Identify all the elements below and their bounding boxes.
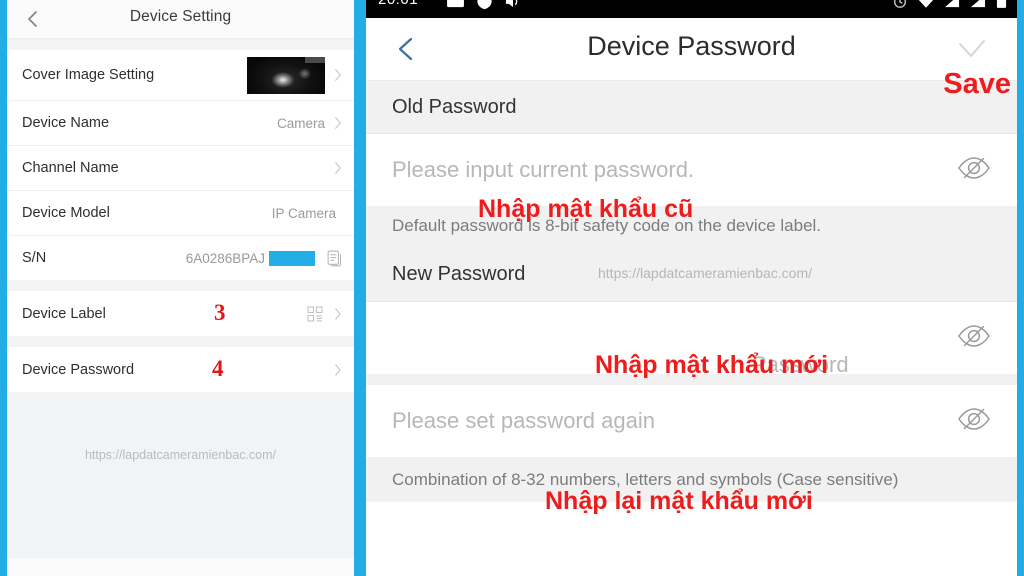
list-item-label: S/N [22,250,47,266]
chevron-right-icon [333,161,342,175]
serial-number-redaction [269,250,315,266]
chevron-right-icon [333,307,342,321]
empty-area: https://lapdatcameramienbac.com/ [7,392,354,576]
chevron-right-icon [333,363,342,377]
section-header-label: New Password [392,263,526,286]
shield-icon [476,0,493,15]
annotation-confirm-password: Nhập lại mật khẩu mới [545,487,813,515]
serial-number-value: 6A0286BPAJ [185,250,265,266]
status-bar-left-icons [446,0,521,15]
bottom-strip [7,558,354,576]
list-item-channel-name[interactable]: Channel Name [7,145,354,190]
settings-list-group-3: Device Password 4 [7,347,354,392]
list-item-device-label[interactable]: Device Label 3 [7,291,354,336]
android-status-bar: 20:01 [366,0,1017,18]
old-password-placeholder: Please input current password. [392,157,695,182]
battery-icon [996,0,1007,14]
list-item-value: IP Camera [271,205,336,221]
screenshot-root: Device Setting Cover Image Setting Devic… [0,0,1024,576]
save-annotation: Save [943,68,1011,100]
eye-slash-icon[interactable] [957,155,991,185]
group-separator [7,280,354,291]
eye-slash-icon[interactable] [957,406,991,436]
copy-icon[interactable] [327,250,342,267]
list-item-label: Device Label [22,305,106,322]
volume-icon [504,0,521,14]
step-marker-3: 3 [214,300,226,325]
page-title: Device Setting [129,8,232,25]
qr-code-icon[interactable] [307,305,323,322]
list-item-device-model: Device Model IP Camera [7,190,354,235]
list-item-device-name[interactable]: Device Name Camera [7,100,354,145]
watermark-url: https://lapdatcameramienbac.com/ [598,264,812,281]
step-marker-4: 4 [212,356,224,381]
settings-list-group-2: Device Label 3 [7,291,354,336]
list-item-cover-image-setting[interactable]: Cover Image Setting [7,50,354,100]
checkmark-icon[interactable] [955,38,989,62]
list-item-label: Device Name [22,115,110,131]
group-separator [7,336,354,347]
message-icon [446,0,465,14]
device-setting-header: Device Setting [7,0,354,39]
top-spacer [7,39,354,50]
camera-thumbnail [247,56,325,94]
eye-slash-icon[interactable] [957,323,991,353]
annotation-old-password: Nhập mật khẩu cũ [478,195,694,223]
status-bar-clock: 20:01 [378,0,418,8]
confirm-password-placeholder: Please set password again [392,407,655,433]
watermark-url: https://lapdatcameramienbac.com/ [84,448,277,462]
list-item-label: Device Model [22,205,110,221]
signal-icon [944,0,961,14]
list-item-label: Cover Image Setting [22,67,155,83]
device-setting-panel: Device Setting Cover Image Setting Devic… [0,0,360,576]
list-item-label: Device Password [22,361,135,378]
list-item-value: Camera [276,115,325,131]
list-item-device-password[interactable]: Device Password 4 [7,347,354,392]
signal-icon [970,0,987,14]
wifi-icon [917,0,935,14]
alarm-icon [892,0,908,14]
annotation-new-password: Nhập mật khẩu mới [595,351,829,379]
chevron-right-icon [333,116,342,130]
section-header-old-password: Old Password [366,81,1017,134]
device-password-header: Device Password Save [366,18,1017,100]
confirm-password-input-row[interactable]: Please set password again [366,384,1017,457]
chevron-right-icon [333,68,342,82]
settings-list-group-1: Cover Image Setting Device Name Camera C… [7,50,354,280]
section-header-new-password: New Password https://lapdatcameramienbac… [366,248,1017,302]
status-bar-right-icons [892,0,1007,14]
page-title: Device Password [587,31,796,61]
list-item-label: Channel Name [22,160,119,176]
list-item-serial-number: S/N 6A0286BPAJ [7,235,354,280]
